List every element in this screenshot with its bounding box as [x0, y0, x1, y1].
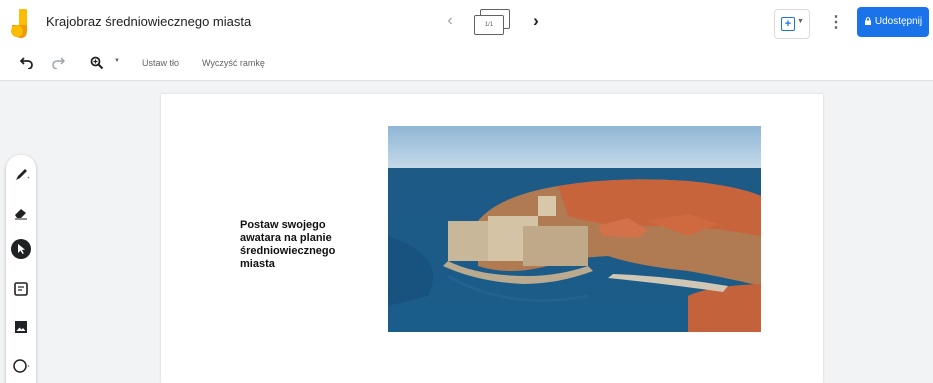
zoom-icon[interactable] — [90, 56, 104, 70]
clear-frame-button[interactable]: Wyczyść ramkę — [202, 58, 265, 68]
next-frame-button[interactable]: › — [526, 11, 546, 31]
zoom-chevron-down-icon[interactable]: ▼ — [114, 58, 120, 64]
redo-icon[interactable] — [52, 57, 65, 69]
lock-icon — [864, 17, 871, 25]
document-title[interactable]: Krajobraz średniowiecznego miasta — [46, 14, 251, 29]
top-bar: Krajobraz średniowiecznego miasta ‹ 1/1 … — [0, 0, 933, 46]
frame-counter: 1/1 — [474, 15, 504, 35]
select-icon[interactable] — [11, 239, 31, 259]
add-frame-button[interactable]: + ▼ — [774, 9, 810, 39]
previous-frame-button[interactable]: ‹ — [440, 12, 460, 30]
tool-sidebar — [6, 155, 36, 383]
more-options-icon[interactable]: ⋮ — [828, 12, 844, 32]
canvas-text-box[interactable]: Postaw swojego awatara na planie średnio… — [240, 219, 360, 271]
share-button[interactable]: Udostępnij — [857, 7, 929, 37]
share-label: Udostępnij — [874, 16, 923, 27]
city-photo-image[interactable] — [388, 126, 761, 332]
eraser-icon[interactable] — [11, 202, 31, 222]
set-background-button[interactable]: Ustaw tło — [142, 58, 179, 68]
chevron-down-icon: ▼ — [797, 18, 804, 25]
circle-icon[interactable] — [11, 355, 31, 375]
frame-indicator-button[interactable]: 1/1 — [474, 9, 510, 37]
sticky-note-icon[interactable] — [11, 279, 31, 299]
image-icon[interactable] — [11, 317, 31, 337]
toolbar: ▼ Ustaw tło Wyczyść ramkę — [0, 46, 933, 81]
jamboard-logo-icon — [11, 9, 27, 38]
plus-icon: + — [781, 17, 795, 31]
undo-icon[interactable] — [20, 57, 34, 69]
jam-canvas[interactable]: Postaw swojego awatara na planie średnio… — [161, 94, 823, 383]
pen-icon[interactable] — [11, 164, 31, 184]
